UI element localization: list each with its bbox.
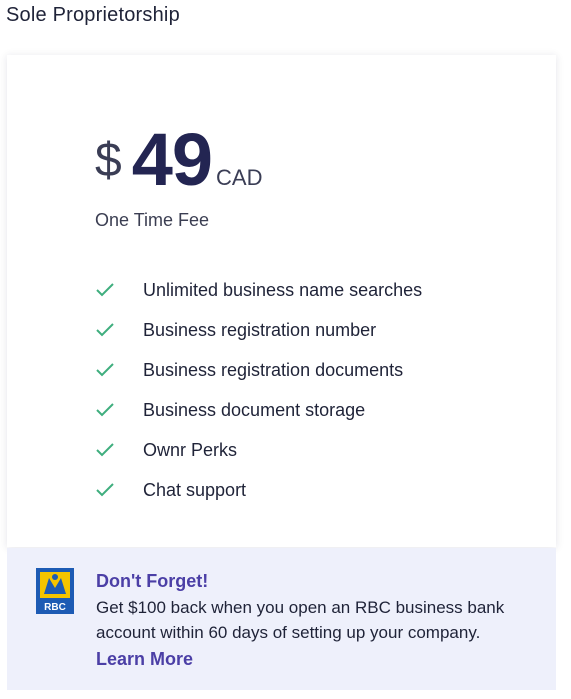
check-icon [95,322,115,338]
plan-title: Sole Proprietorship [6,4,180,26]
pricing-card: $ 49 CAD One Time Fee Unlimited business… [7,55,556,547]
list-item: Business document storage [95,390,422,430]
check-icon [95,282,115,298]
learn-more-link[interactable]: Learn More [96,649,193,670]
rbc-logo: RBC [36,568,74,614]
list-item: Business registration number [95,310,422,350]
feature-label: Business registration documents [143,359,404,380]
svg-text:RBC: RBC [44,602,66,613]
check-icon [95,362,115,378]
check-icon [95,442,115,458]
currency-symbol: $ [95,134,122,187]
rbc-promo-banner: RBC Don't Forget! Get $100 back when you… [7,548,556,690]
list-item: Ownr Perks [95,430,422,470]
price-amount: 49 [131,118,213,201]
price-row: $ 49 CAD [95,117,262,197]
feature-list: Unlimited business name searches Busines… [95,270,422,510]
feature-label: Ownr Perks [143,439,238,460]
promo-title: Don't Forget! [96,571,209,591]
check-icon [95,482,115,498]
feature-label: Business document storage [143,399,366,420]
feature-label: Business registration number [143,319,377,340]
list-item: Unlimited business name searches [95,270,422,310]
fee-label: One Time Fee [95,210,210,230]
list-item: Business registration documents [95,350,422,390]
pricing-page: Sole Proprietorship $ 49 CAD One Time Fe… [0,0,571,699]
feature-label: Unlimited business name searches [143,279,423,300]
promo-text: Get $100 back when you open an RBC busin… [96,598,505,642]
list-item: Chat support [95,470,422,510]
feature-label: Chat support [143,479,247,500]
check-icon [95,402,115,418]
price-currency: CAD [216,165,263,190]
